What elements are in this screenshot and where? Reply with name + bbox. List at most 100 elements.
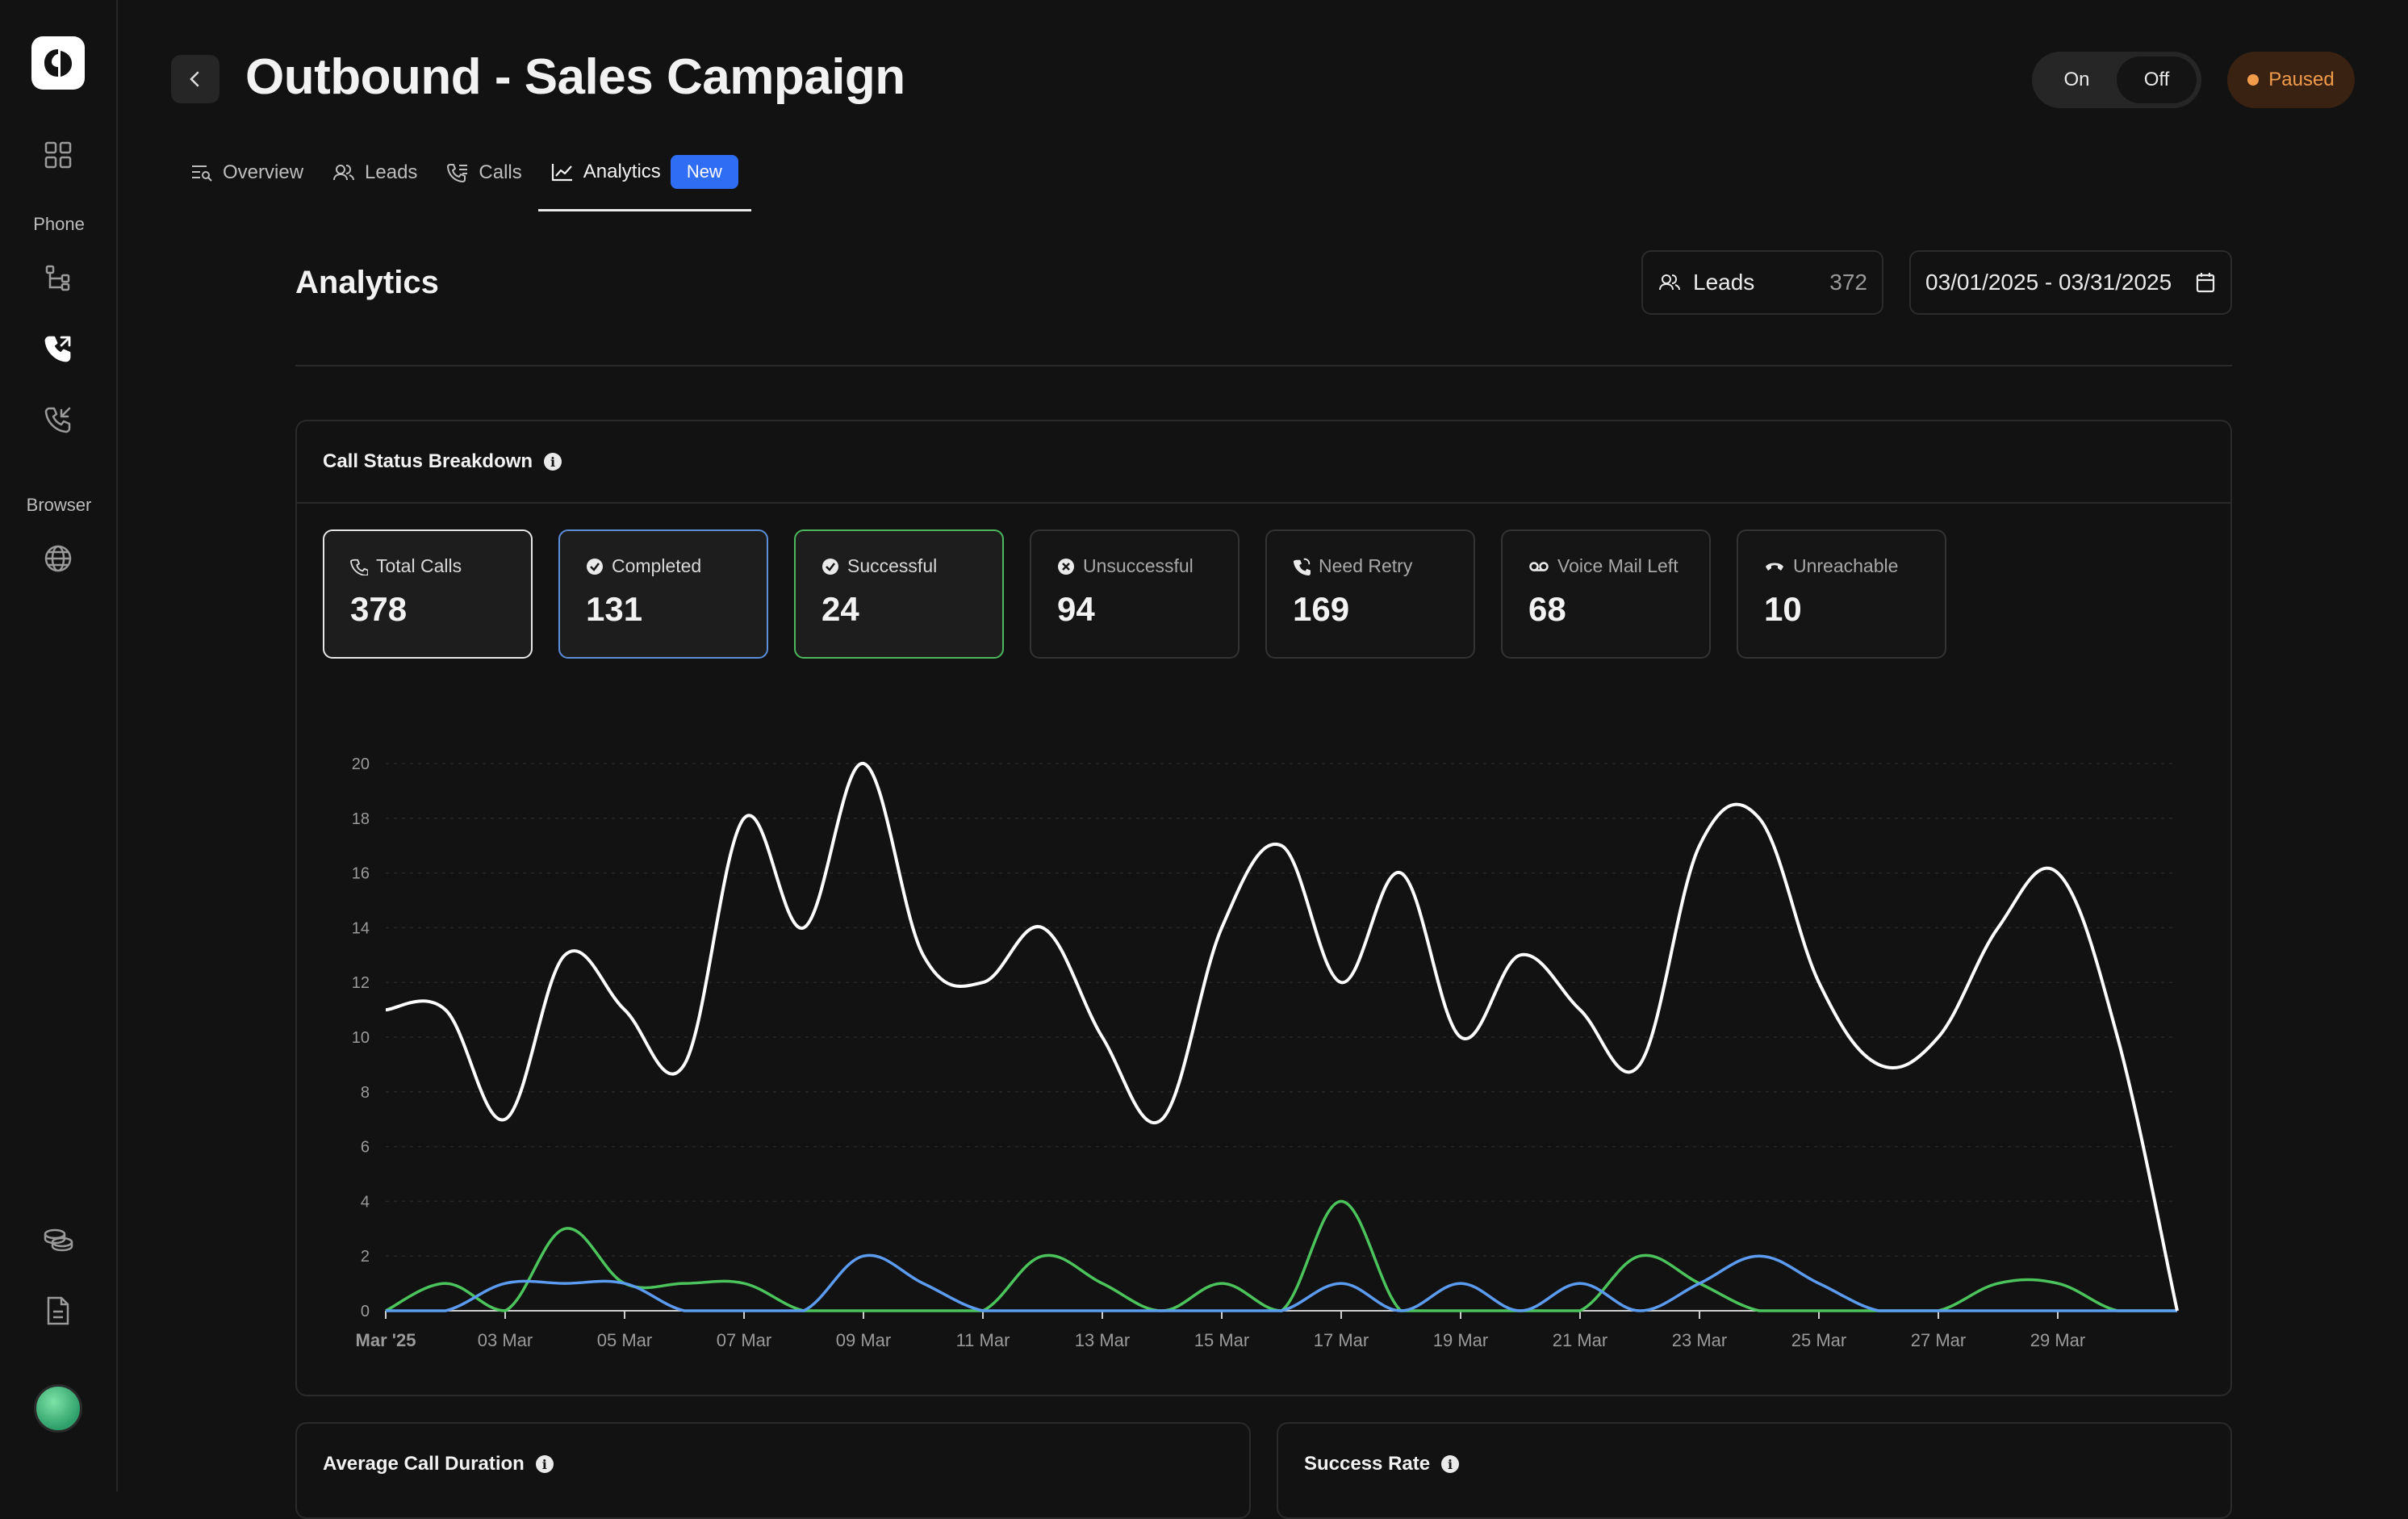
user-avatar[interactable] bbox=[34, 1384, 82, 1433]
toggle-on-option[interactable]: On bbox=[2037, 56, 2117, 103]
x-tick-label: 05 Mar bbox=[597, 1330, 652, 1350]
new-badge: New bbox=[670, 154, 738, 189]
status-label: Paused bbox=[2268, 69, 2335, 90]
stat-unreachable[interactable]: Unreachable 10 bbox=[1737, 529, 1946, 659]
sidebar-section-phone: Phone bbox=[33, 214, 85, 234]
inbound-call-icon[interactable] bbox=[39, 400, 77, 439]
y-tick-label: 6 bbox=[361, 1139, 370, 1157]
document-icon[interactable] bbox=[39, 1291, 77, 1330]
x-tick-label: 25 Mar bbox=[1791, 1330, 1846, 1350]
toggle-off-option[interactable]: Off bbox=[2117, 56, 2197, 103]
sidebar: Phone Browser bbox=[0, 0, 118, 1492]
campaign-toggle[interactable]: On Off bbox=[2032, 52, 2201, 108]
series-line-1 bbox=[386, 1253, 2177, 1312]
users-icon bbox=[333, 165, 355, 181]
users-icon bbox=[1659, 274, 1680, 291]
y-tick-label: 2 bbox=[361, 1248, 370, 1266]
card-title: Success Rate bbox=[1304, 1453, 1431, 1475]
calendar-icon bbox=[2196, 273, 2215, 293]
stat-value: 24 bbox=[821, 590, 859, 628]
globe-icon[interactable] bbox=[39, 539, 77, 578]
y-tick-label: 0 bbox=[361, 1303, 370, 1320]
date-range-picker[interactable]: 03/01/2025 - 03/31/2025 bbox=[1909, 250, 2232, 315]
leads-filter[interactable]: Leads 372 bbox=[1641, 250, 1883, 315]
tab-label: Analytics bbox=[583, 160, 661, 182]
stat-completed[interactable]: Completed 131 bbox=[558, 529, 768, 659]
stat-unsuccessful[interactable]: Unsuccessful 94 bbox=[1030, 529, 1240, 659]
card-title: Call Status Breakdown bbox=[323, 450, 533, 472]
stat-label: Unreachable bbox=[1793, 555, 1899, 576]
x-tick-label: 15 Mar bbox=[1194, 1330, 1249, 1350]
info-icon[interactable]: i bbox=[1441, 1455, 1460, 1473]
y-tick-label: 18 bbox=[352, 810, 370, 828]
tab-overview[interactable]: Overview bbox=[178, 145, 316, 200]
date-range-value: 03/01/2025 - 03/31/2025 bbox=[1925, 270, 2172, 295]
status-dot bbox=[2247, 74, 2260, 86]
tab-analytics[interactable]: Analytics New bbox=[537, 145, 751, 211]
y-tick-label: 8 bbox=[361, 1084, 370, 1102]
y-tick-label: 16 bbox=[352, 865, 370, 883]
stat-value: 169 bbox=[1293, 590, 1350, 628]
card-header: Success Rate i bbox=[1278, 1424, 2230, 1504]
y-tick-label: 12 bbox=[352, 974, 370, 992]
info-icon[interactable]: i bbox=[535, 1455, 554, 1473]
stat-label-row: Successful bbox=[821, 555, 976, 577]
app-logo[interactable] bbox=[31, 36, 85, 90]
status-badge: Paused bbox=[2227, 52, 2355, 108]
x-tick-label: Mar '25 bbox=[356, 1330, 416, 1350]
stat-value: 68 bbox=[1528, 590, 1566, 628]
stat-label: Unsuccessful bbox=[1083, 555, 1194, 576]
stat-value: 10 bbox=[1764, 590, 1802, 628]
logo-icon bbox=[44, 49, 72, 77]
sidebar-section-browser: Browser bbox=[26, 495, 92, 515]
y-tick-label: 14 bbox=[352, 919, 370, 937]
tab-label: Leads bbox=[365, 161, 418, 183]
avg-call-duration-card: Average Call Duration i bbox=[295, 1422, 1251, 1519]
leads-filter-label: Leads bbox=[1693, 270, 1755, 295]
tab-leads[interactable]: Leads bbox=[320, 145, 430, 200]
analytics-heading: Analytics bbox=[295, 265, 439, 300]
flow-tree-icon[interactable] bbox=[39, 258, 77, 297]
stat-value: 131 bbox=[586, 590, 643, 628]
stat-label-row: Unsuccessful bbox=[1057, 555, 1212, 577]
phone-icon bbox=[350, 559, 368, 575]
stat-need-retry[interactable]: Need Retry 169 bbox=[1265, 529, 1475, 659]
x-tick-label: 19 Mar bbox=[1433, 1330, 1488, 1350]
stat-label-row: Completed bbox=[586, 555, 741, 577]
stat-label-row: Need Retry bbox=[1293, 555, 1448, 577]
line-chart: 0 2 4 6 8 10 12 14 16 18 20 Mar '25 03 Mar 05 Mar 07 M… bbox=[352, 755, 2179, 1350]
back-button[interactable] bbox=[171, 55, 219, 103]
x-tick-label: 17 Mar bbox=[1314, 1330, 1369, 1350]
x-tick-label: 07 Mar bbox=[717, 1330, 771, 1350]
stat-label: Total Calls bbox=[376, 555, 462, 576]
x-tick-label: 23 Mar bbox=[1672, 1330, 1727, 1350]
info-icon[interactable]: i bbox=[544, 453, 562, 471]
coins-icon[interactable] bbox=[39, 1220, 77, 1259]
dashboard-grid-icon[interactable] bbox=[39, 136, 77, 174]
list-search-icon bbox=[192, 165, 212, 182]
call-status-chart: 0 2 4 6 8 10 12 14 16 18 20 Mar '25 03 Mar 05 Mar 07 M… bbox=[297, 728, 2230, 1374]
stat-successful[interactable]: Successful 24 bbox=[794, 529, 1004, 659]
stat-label-row: Unreachable bbox=[1764, 555, 1919, 577]
x-tick-label: 29 Mar bbox=[2030, 1330, 2085, 1350]
card-title: Average Call Duration bbox=[323, 1453, 525, 1475]
call-status-card: Call Status Breakdown i Total Calls 378 … bbox=[295, 420, 2232, 1396]
check-circle-icon bbox=[587, 558, 603, 575]
stat-value: 94 bbox=[1057, 590, 1095, 628]
stat-label-row: Voice Mail Left bbox=[1528, 555, 1683, 577]
x-tick-label: 27 Mar bbox=[1911, 1330, 1966, 1350]
x-tick-label: 03 Mar bbox=[478, 1330, 533, 1350]
x-tick-label: 11 Mar bbox=[956, 1330, 1010, 1350]
tab-calls[interactable]: Calls bbox=[433, 145, 534, 200]
outbound-call-icon[interactable] bbox=[39, 329, 77, 368]
stat-voicemail-left[interactable]: Voice Mail Left 68 bbox=[1501, 529, 1711, 659]
stat-total-calls[interactable]: Total Calls 378 bbox=[323, 529, 533, 659]
phone-list-icon bbox=[447, 164, 468, 182]
tab-label: Overview bbox=[223, 161, 304, 183]
x-tick-label: 09 Mar bbox=[836, 1330, 891, 1350]
line-chart-icon bbox=[551, 163, 572, 181]
x-tick-label: 13 Mar bbox=[1075, 1330, 1130, 1350]
success-rate-card: Success Rate i bbox=[1277, 1422, 2232, 1519]
voicemail-icon bbox=[1529, 561, 1549, 571]
x-circle-icon bbox=[1058, 558, 1074, 575]
